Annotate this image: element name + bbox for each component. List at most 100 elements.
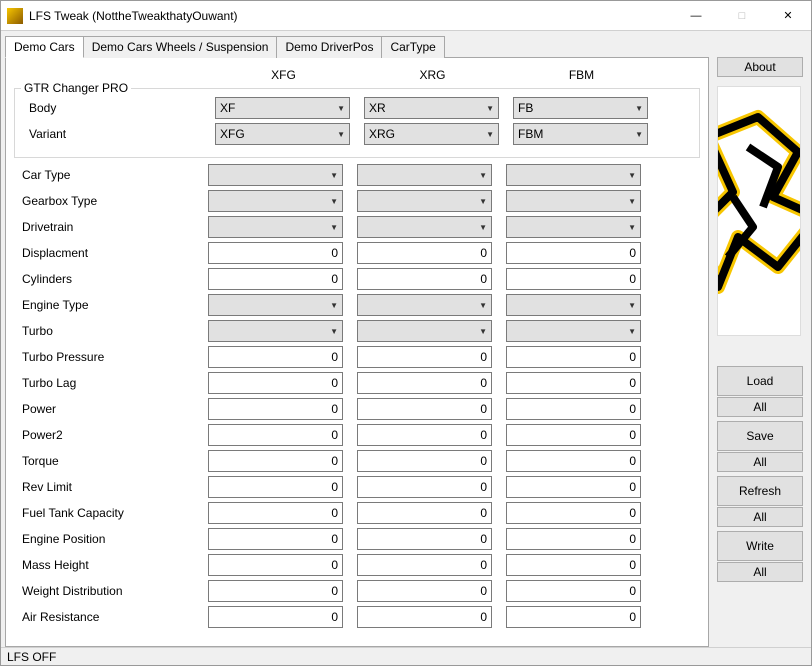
turbo-xfg-combo[interactable]: ▼	[208, 320, 343, 342]
weight-distribution-xfg-input[interactable]	[208, 580, 343, 602]
mass-height-xrg-input[interactable]	[357, 554, 492, 576]
chevron-down-icon: ▼	[635, 130, 643, 139]
write-button[interactable]: Write	[717, 531, 803, 561]
row-displacment: Displacment	[14, 240, 700, 266]
turbo-lag-xrg-input[interactable]	[357, 372, 492, 394]
variant-fbm-combo[interactable]: FBM ▼	[513, 123, 648, 145]
turbo-lag-xfg-input[interactable]	[208, 372, 343, 394]
air-resistance-fbm-input[interactable]	[506, 606, 641, 628]
combo-value: XF	[220, 101, 235, 115]
drivetrain-fbm-combo[interactable]: ▼	[506, 216, 641, 238]
power-fbm-input[interactable]	[506, 398, 641, 420]
mass-height-xfg-input[interactable]	[208, 554, 343, 576]
drivetrain-xrg-combo[interactable]: ▼	[357, 216, 492, 238]
row-label: Air Resistance	[22, 610, 194, 624]
body-xfg-combo[interactable]: XF ▼	[215, 97, 350, 119]
displacment-fbm-input[interactable]	[506, 242, 641, 264]
fuel-tank-capacity-xfg-input[interactable]	[208, 502, 343, 524]
row-label: Turbo Pressure	[22, 350, 194, 364]
tab-cartype[interactable]: CarType	[381, 36, 444, 58]
turbo-pressure-xfg-input[interactable]	[208, 346, 343, 368]
save-button[interactable]: Save	[717, 421, 803, 451]
turbo-xrg-combo[interactable]: ▼	[357, 320, 492, 342]
power-xfg-input[interactable]	[208, 398, 343, 420]
displacment-xfg-input[interactable]	[208, 242, 343, 264]
chevron-down-icon: ▼	[486, 130, 494, 139]
gearbox-type-xrg-combo[interactable]: ▼	[357, 190, 492, 212]
engine-position-xrg-input[interactable]	[357, 528, 492, 550]
load-button[interactable]: Load	[717, 366, 803, 396]
row-air-resistance: Air Resistance	[14, 604, 700, 630]
tab-demo-cars-wheels-suspension[interactable]: Demo Cars Wheels / Suspension	[83, 36, 278, 58]
tab-demo-cars[interactable]: Demo Cars	[5, 36, 84, 58]
power2-fbm-input[interactable]	[506, 424, 641, 446]
groupbox-legend: GTR Changer PRO	[21, 81, 131, 95]
displacment-xrg-input[interactable]	[357, 242, 492, 264]
variant-xfg-combo[interactable]: XFG▼	[215, 123, 350, 145]
variant-xrg-combo[interactable]: XRG▼	[364, 123, 499, 145]
chevron-down-icon: ▼	[330, 171, 338, 180]
tab-demo-driverpos[interactable]: Demo DriverPos	[276, 36, 382, 58]
row-label: Turbo	[22, 324, 194, 338]
engine-type-xrg-combo[interactable]: ▼	[357, 294, 492, 316]
row-label: Drivetrain	[22, 220, 194, 234]
load-all-button[interactable]: All	[717, 397, 803, 417]
refresh-button[interactable]: Refresh	[717, 476, 803, 506]
row-turbo-lag: Turbo Lag	[14, 370, 700, 396]
row-turbo: Turbo ▼ ▼ ▼	[14, 318, 700, 344]
turbo-pressure-xrg-input[interactable]	[357, 346, 492, 368]
weight-distribution-fbm-input[interactable]	[506, 580, 641, 602]
weight-distribution-xrg-input[interactable]	[357, 580, 492, 602]
air-resistance-xrg-input[interactable]	[357, 606, 492, 628]
groupbox-gtr-changer: GTR Changer PRO BodyXF▼XR▼FB▼VariantXFG▼…	[14, 88, 700, 158]
fuel-tank-capacity-xrg-input[interactable]	[357, 502, 492, 524]
cylinders-xrg-input[interactable]	[357, 268, 492, 290]
turbo-fbm-combo[interactable]: ▼	[506, 320, 641, 342]
row-fuel-tank-capacity: Fuel Tank Capacity	[14, 500, 700, 526]
engine-position-xfg-input[interactable]	[208, 528, 343, 550]
turbo-lag-fbm-input[interactable]	[506, 372, 641, 394]
power-xrg-input[interactable]	[357, 398, 492, 420]
engine-type-xfg-combo[interactable]: ▼	[208, 294, 343, 316]
car-type-xrg-combo[interactable]: ▼	[357, 164, 492, 186]
maximize-button[interactable]: □	[719, 1, 765, 31]
minimize-button[interactable]: —	[673, 1, 719, 31]
torque-xrg-input[interactable]	[357, 450, 492, 472]
air-resistance-xfg-input[interactable]	[208, 606, 343, 628]
car-type-fbm-combo[interactable]: ▼	[506, 164, 641, 186]
mass-height-fbm-input[interactable]	[506, 554, 641, 576]
fuel-tank-capacity-fbm-input[interactable]	[506, 502, 641, 524]
rev-limit-xrg-input[interactable]	[357, 476, 492, 498]
car-type-xfg-combo[interactable]: ▼	[208, 164, 343, 186]
row-power2: Power2	[14, 422, 700, 448]
power2-xrg-input[interactable]	[357, 424, 492, 446]
engine-type-fbm-combo[interactable]: ▼	[506, 294, 641, 316]
cylinders-xfg-input[interactable]	[208, 268, 343, 290]
rev-limit-xfg-input[interactable]	[208, 476, 343, 498]
rev-limit-fbm-input[interactable]	[506, 476, 641, 498]
write-all-button[interactable]: All	[717, 562, 803, 582]
power2-xfg-input[interactable]	[208, 424, 343, 446]
turbo-pressure-fbm-input[interactable]	[506, 346, 641, 368]
cylinders-fbm-input[interactable]	[506, 268, 641, 290]
engine-position-fbm-input[interactable]	[506, 528, 641, 550]
row-label: Turbo Lag	[22, 376, 194, 390]
gearbox-type-xfg-combo[interactable]: ▼	[208, 190, 343, 212]
drivetrain-xfg-combo[interactable]: ▼	[208, 216, 343, 238]
refresh-all-button[interactable]: All	[717, 507, 803, 527]
body-xrg-combo[interactable]: XR▼	[364, 97, 499, 119]
save-all-button[interactable]: All	[717, 452, 803, 472]
row-variant: VariantXFG▼XRG▼FBM▼	[21, 121, 693, 147]
close-button[interactable]: ✕	[765, 1, 811, 31]
gearbox-type-fbm-combo[interactable]: ▼	[506, 190, 641, 212]
body-fbm-combo[interactable]: FB▼	[513, 97, 648, 119]
col-header: XRG	[365, 68, 500, 82]
about-button[interactable]: About	[717, 57, 803, 77]
combo-value: FBM	[518, 127, 543, 141]
chevron-down-icon: ▼	[337, 104, 345, 113]
torque-xfg-input[interactable]	[208, 450, 343, 472]
chevron-down-icon: ▼	[628, 223, 636, 232]
torque-fbm-input[interactable]	[506, 450, 641, 472]
logo-image	[717, 86, 801, 336]
row-label: Car Type	[22, 168, 194, 182]
